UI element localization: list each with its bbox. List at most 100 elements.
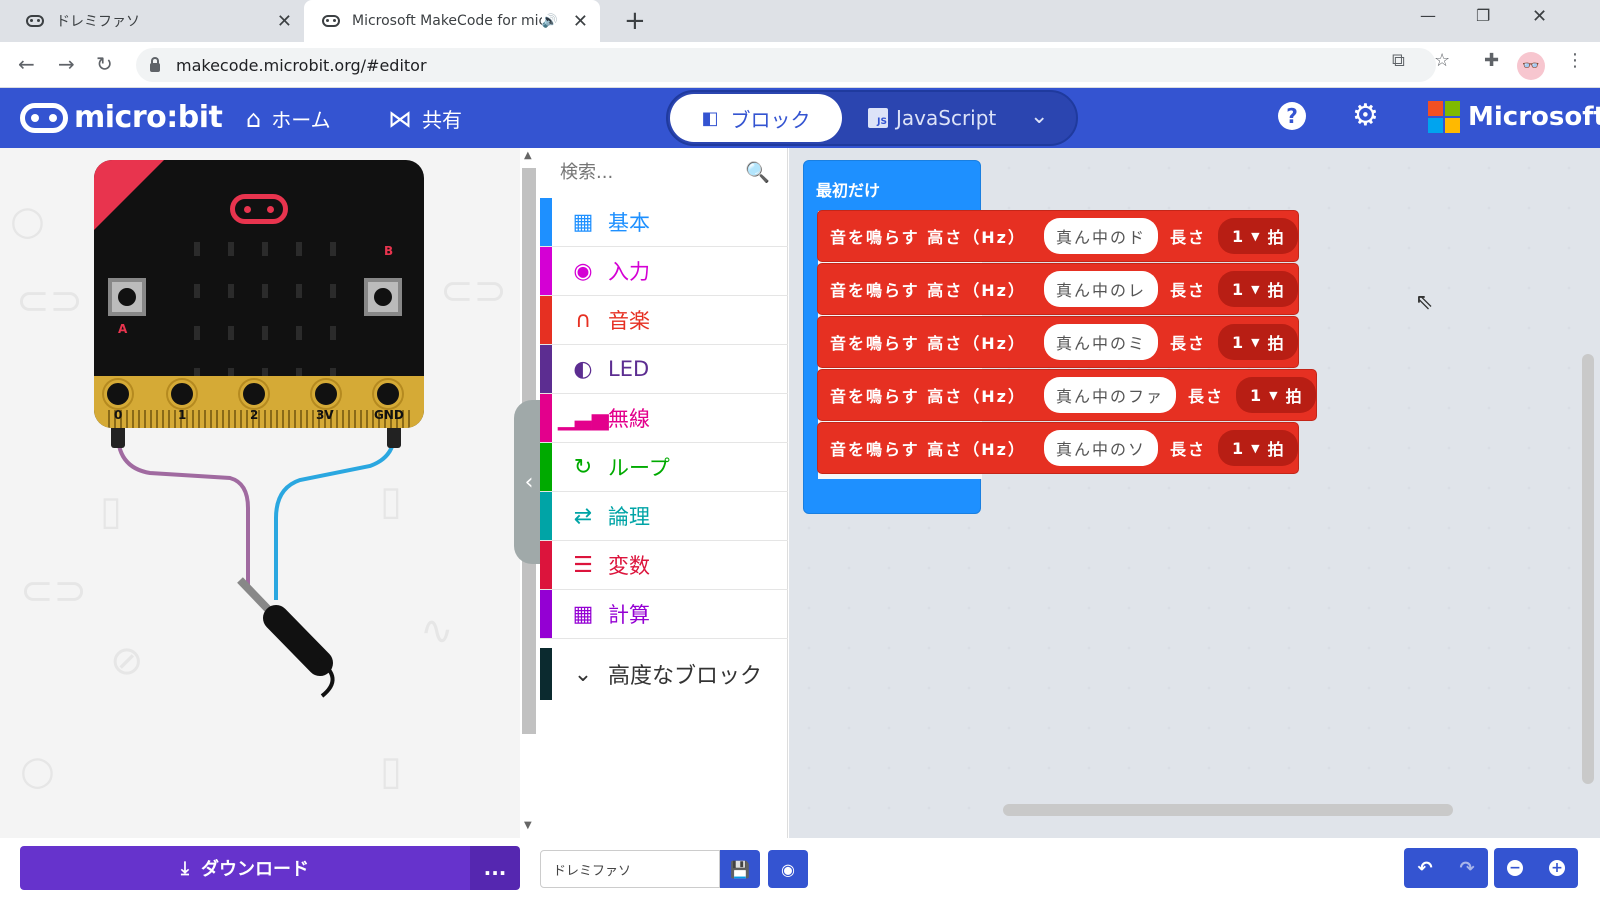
translate-icon[interactable]: ⧉ bbox=[1392, 50, 1405, 71]
category-label: 音楽 bbox=[608, 309, 650, 333]
category-basic[interactable]: ▦ 基本 bbox=[540, 198, 788, 247]
home-button[interactable]: ⌂ ホーム bbox=[246, 104, 331, 133]
search-icon[interactable]: 🔍 bbox=[745, 160, 770, 184]
microbit-logo[interactable]: micro:bit bbox=[20, 100, 223, 135]
microbit-favicon-icon bbox=[322, 15, 340, 27]
blocks-label: ブロック bbox=[730, 107, 811, 132]
save-button[interactable]: 💾 bbox=[720, 850, 760, 888]
back-arrow-icon[interactable]: ← bbox=[18, 52, 35, 76]
category-music[interactable]: ∩ 音楽 bbox=[540, 296, 788, 345]
bookmark-star-icon[interactable]: ☆ bbox=[1434, 50, 1450, 71]
scroll-down-icon[interactable]: ▼ bbox=[524, 820, 532, 831]
beat-value: 1 bbox=[1232, 332, 1244, 352]
blocks-workspace[interactable]: 最初だけ 音を鳴らす 高さ（Hz） 真ん中のド 長さ 1 ▼ 拍 音を鳴らす 高… bbox=[789, 148, 1600, 838]
simulator-panel: ○ ⊂⊃ ⊂⊃ ▯ ⊂⊃ ▯ ∿ ⊘ ○ ▯ A B 0 1 2 3V GND bbox=[0, 148, 520, 838]
download-icon: ⤓ bbox=[181, 857, 189, 879]
note-dropdown[interactable]: 真ん中のファ bbox=[1043, 377, 1176, 413]
share-button[interactable]: ⋈ 共有 bbox=[388, 104, 462, 133]
block-text: 音を鳴らす 高さ（Hz） bbox=[830, 228, 1026, 247]
beat-dropdown[interactable]: 1 ▼ 拍 bbox=[1218, 218, 1298, 254]
pin-gnd[interactable] bbox=[374, 380, 402, 408]
microsoft-logo[interactable]: Microsoft bbox=[1428, 101, 1600, 133]
category-color-bar bbox=[540, 590, 552, 638]
beat-dropdown[interactable]: 1 ▼ 拍 bbox=[1218, 324, 1298, 360]
calculator-icon: ▦ bbox=[572, 601, 594, 627]
chevron-down-icon[interactable]: ⌄ bbox=[1030, 104, 1048, 129]
category-variables[interactable]: ☰ 変数 bbox=[540, 541, 788, 590]
note-dropdown[interactable]: 真ん中のレ bbox=[1043, 271, 1158, 307]
restore-icon[interactable]: ❐ bbox=[1476, 6, 1490, 25]
url-bar[interactable]: makecode.microbit.org/#editor bbox=[136, 48, 1436, 82]
pin-0[interactable] bbox=[104, 380, 132, 408]
pin-2[interactable] bbox=[240, 380, 268, 408]
gear-icon[interactable]: ⚙ bbox=[1352, 98, 1379, 133]
close-tab-icon[interactable]: ✕ bbox=[277, 11, 292, 32]
javascript-toggle-button[interactable]: JS JavaScript bbox=[868, 106, 996, 130]
blocks-toggle-button[interactable]: ◧ ブロック bbox=[670, 94, 842, 142]
play-tone-block[interactable]: 音を鳴らす 高さ（Hz） 真ん中のド 長さ 1 ▼ 拍 bbox=[817, 210, 1299, 262]
beat-dropdown[interactable]: 1 ▼ 拍 bbox=[1218, 430, 1298, 466]
pin-1[interactable] bbox=[168, 380, 196, 408]
undo-button[interactable]: ↶ bbox=[1404, 848, 1446, 888]
category-math[interactable]: ▦ 計算 bbox=[540, 590, 788, 639]
zoom-out-button[interactable]: − bbox=[1494, 848, 1536, 888]
note-dropdown[interactable]: 真ん中のド bbox=[1043, 218, 1158, 254]
play-tone-block[interactable]: 音を鳴らす 高さ（Hz） 真ん中のファ 長さ 1 ▼ 拍 bbox=[817, 369, 1317, 421]
category-color-bar bbox=[540, 198, 552, 246]
more-options-button[interactable]: ... bbox=[470, 846, 520, 890]
advanced-blocks-toggle[interactable]: ⌄ 高度なブロック bbox=[540, 648, 788, 700]
puzzle-piece-icon[interactable]: ✚ bbox=[1484, 50, 1499, 71]
microsoft-squares-icon bbox=[1428, 101, 1460, 133]
github-button[interactable]: ◉ bbox=[768, 850, 808, 888]
download-button[interactable]: ⤓ ダウンロード bbox=[20, 846, 470, 890]
lock-icon[interactable] bbox=[150, 56, 160, 72]
zoom-in-button[interactable]: + bbox=[1536, 848, 1578, 888]
category-led[interactable]: ◐ LED bbox=[540, 345, 788, 394]
beat-unit: 拍 bbox=[1267, 440, 1284, 459]
speaker-icon[interactable]: 🔊 bbox=[542, 14, 558, 29]
note-dropdown[interactable]: 真ん中のソ bbox=[1043, 430, 1158, 466]
button-a[interactable] bbox=[108, 278, 146, 316]
new-tab-icon[interactable]: + bbox=[624, 6, 646, 36]
beat-unit: 拍 bbox=[1267, 334, 1284, 353]
beat-dropdown[interactable]: 1 ▼ 拍 bbox=[1236, 377, 1316, 413]
reload-icon[interactable]: ↻ bbox=[96, 52, 113, 76]
scroll-up-icon[interactable]: ▲ bbox=[524, 150, 532, 161]
category-radio[interactable]: ▁▃▅ 無線 bbox=[540, 394, 788, 443]
close-window-icon[interactable]: ✕ bbox=[1532, 6, 1547, 27]
close-tab-icon[interactable]: ✕ bbox=[573, 11, 588, 32]
minimize-icon[interactable]: — bbox=[1420, 6, 1436, 25]
play-tone-block[interactable]: 音を鳴らす 高さ（Hz） 真ん中のミ 長さ 1 ▼ 拍 bbox=[817, 316, 1299, 368]
mouse-cursor-icon: ⇖ bbox=[1415, 290, 1434, 315]
category-color-bar bbox=[540, 443, 552, 491]
project-name-input[interactable] bbox=[540, 850, 720, 888]
play-tone-block[interactable]: 音を鳴らす 高さ（Hz） 真ん中のレ 長さ 1 ▼ 拍 bbox=[817, 263, 1299, 315]
pin-3v[interactable] bbox=[312, 380, 340, 408]
logo-text: micro:bit bbox=[74, 100, 223, 135]
redo-button[interactable]: ↷ bbox=[1446, 848, 1488, 888]
kebab-menu-icon[interactable]: ⋮ bbox=[1566, 50, 1584, 71]
pin-label: 3V bbox=[316, 408, 334, 422]
browser-tab-active[interactable]: Microsoft MakeCode for micro:bit 🔊 ✕ bbox=[304, 0, 600, 42]
button-b[interactable] bbox=[364, 278, 402, 316]
forward-arrow-icon[interactable]: → bbox=[58, 52, 75, 76]
category-logic[interactable]: ⇄ 論理 bbox=[540, 492, 788, 541]
beat-dropdown[interactable]: 1 ▼ 拍 bbox=[1218, 271, 1298, 307]
profile-avatar[interactable]: 👓 bbox=[1517, 52, 1545, 80]
play-tone-block[interactable]: 音を鳴らす 高さ（Hz） 真ん中のソ 長さ 1 ▼ 拍 bbox=[817, 422, 1299, 474]
undo-icon: ↶ bbox=[1417, 857, 1433, 879]
category-loops[interactable]: ↻ ループ bbox=[540, 443, 788, 492]
search-input[interactable] bbox=[560, 161, 740, 183]
category-input[interactable]: ◉ 入力 bbox=[540, 247, 788, 296]
edge-teeth bbox=[104, 410, 414, 428]
toggle-icon: ◐ bbox=[573, 356, 593, 382]
workspace-vertical-scrollbar[interactable] bbox=[1582, 354, 1594, 784]
browser-tab[interactable]: ドレミファソ ✕ bbox=[8, 0, 304, 42]
beat-unit: 拍 bbox=[1285, 387, 1302, 406]
workspace-horizontal-scrollbar[interactable] bbox=[1003, 804, 1453, 816]
note-dropdown[interactable]: 真ん中のミ bbox=[1043, 324, 1158, 360]
dropdown-arrow-icon: ▼ bbox=[1251, 282, 1260, 296]
brand-label: Microsoft bbox=[1468, 102, 1600, 132]
help-icon[interactable]: ? bbox=[1278, 102, 1306, 130]
home-icon: ⌂ bbox=[246, 104, 262, 133]
